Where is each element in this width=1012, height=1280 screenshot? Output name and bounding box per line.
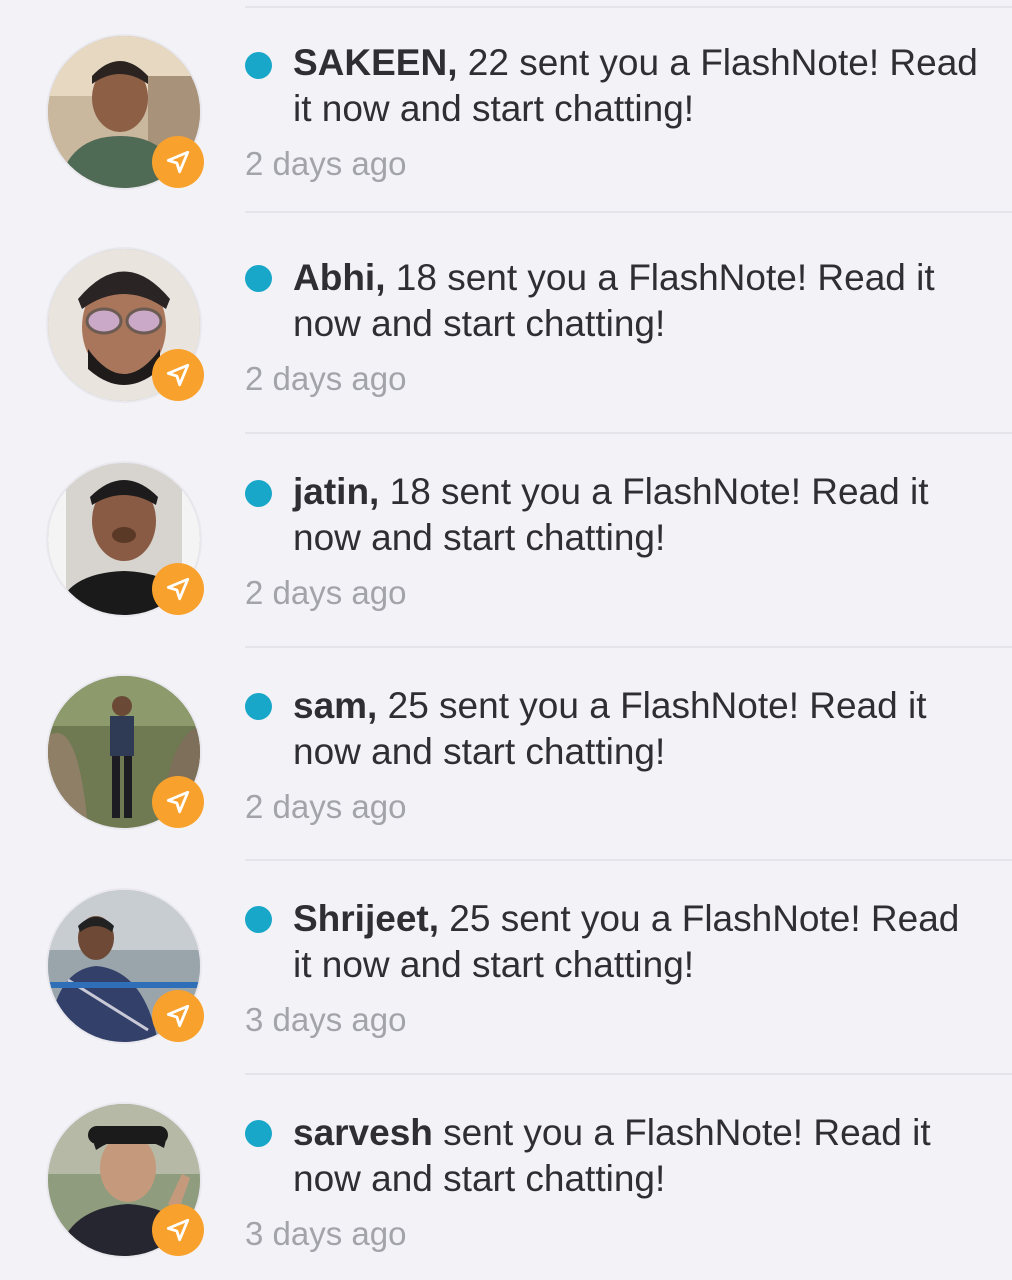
timestamp: 2 days ago <box>245 145 407 182</box>
avatar[interactable] <box>46 674 204 830</box>
timestamp: 2 days ago <box>245 360 407 397</box>
notification-item[interactable]: SAKEEN, 22 sent you a FlashNote! Read it… <box>0 0 1012 213</box>
unread-dot-icon <box>245 480 272 507</box>
notification-message: jatin, 18 sent you a FlashNote! Read it … <box>293 469 983 561</box>
send-arrow-icon <box>152 776 204 828</box>
notification-item[interactable]: Shrijeet, 25 sent you a FlashNote! Read … <box>0 862 1012 1075</box>
timestamp: 3 days ago <box>245 1215 407 1252</box>
avatar[interactable] <box>46 34 204 190</box>
sender-name: Abhi, <box>293 257 386 298</box>
sender-name: SAKEEN, <box>293 42 458 83</box>
avatar[interactable] <box>46 461 204 617</box>
notification-item[interactable]: jatin, 18 sent you a FlashNote! Read it … <box>0 435 1012 648</box>
notification-text: 18 sent you a FlashNote! Read it now and… <box>293 471 929 558</box>
divider <box>245 1073 1012 1075</box>
sender-name: Shrijeet, <box>293 898 439 939</box>
sender-name: jatin, <box>293 471 380 512</box>
notification-list: SAKEEN, 22 sent you a FlashNote! Read it… <box>0 0 1012 1280</box>
send-arrow-icon <box>152 990 204 1042</box>
timestamp: 2 days ago <box>245 574 407 611</box>
divider <box>245 432 1012 434</box>
sender-name: sam, <box>293 685 378 726</box>
divider <box>245 859 1012 861</box>
send-arrow-icon <box>152 563 204 615</box>
avatar[interactable] <box>46 1102 204 1258</box>
notification-text: 18 sent you a FlashNote! Read it now and… <box>293 257 935 344</box>
timestamp: 3 days ago <box>245 1001 407 1038</box>
notification-text: 25 sent you a FlashNote! Read it now and… <box>293 685 927 772</box>
avatar[interactable] <box>46 888 204 1044</box>
send-arrow-icon <box>152 349 204 401</box>
unread-dot-icon <box>245 1120 272 1147</box>
divider <box>245 211 1012 213</box>
notification-item[interactable]: Abhi, 18 sent you a FlashNote! Read it n… <box>0 221 1012 434</box>
unread-dot-icon <box>245 906 272 933</box>
unread-dot-icon <box>245 693 272 720</box>
send-arrow-icon <box>152 1204 204 1256</box>
notification-message: sarvesh sent you a FlashNote! Read it no… <box>293 1110 983 1202</box>
notification-message: Shrijeet, 25 sent you a FlashNote! Read … <box>293 896 983 988</box>
notification-message: Abhi, 18 sent you a FlashNote! Read it n… <box>293 255 983 347</box>
notification-message: SAKEEN, 22 sent you a FlashNote! Read it… <box>293 40 983 132</box>
timestamp: 2 days ago <box>245 788 407 825</box>
unread-dot-icon <box>245 265 272 292</box>
notification-message: sam, 25 sent you a FlashNote! Read it no… <box>293 683 983 775</box>
notification-item[interactable]: sarvesh sent you a FlashNote! Read it no… <box>0 1076 1012 1280</box>
sender-name: sarvesh <box>293 1112 433 1153</box>
notification-item[interactable]: sam, 25 sent you a FlashNote! Read it no… <box>0 648 1012 861</box>
unread-dot-icon <box>245 52 272 79</box>
send-arrow-icon <box>152 136 204 188</box>
avatar[interactable] <box>46 247 204 403</box>
